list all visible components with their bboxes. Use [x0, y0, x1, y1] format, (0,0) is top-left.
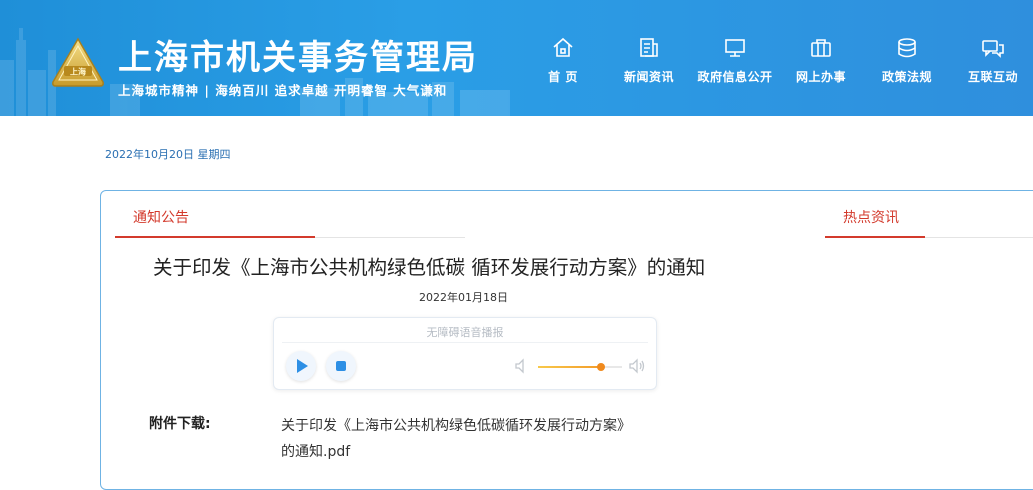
nav-item-news[interactable]: 新闻资讯 [606, 36, 692, 96]
tab-notice-underline [115, 236, 315, 238]
volume-knob[interactable] [597, 363, 605, 371]
article-title: 关于印发《上海市公共机构绿色低碳 循环发展行动方案》的通知 [153, 256, 706, 279]
briefcase-icon [811, 39, 831, 57]
divider [315, 237, 465, 238]
news-icon [640, 38, 658, 57]
nav-item-gov-info[interactable]: 政府信息公开 [692, 36, 778, 96]
volume-high-icon[interactable] [628, 358, 646, 374]
nav-label: 网上办事 [795, 70, 846, 84]
nav-label: 首 页 [548, 70, 578, 84]
nav-item-online-service[interactable]: 网上办事 [778, 36, 864, 96]
main-nav: 首 页 新闻资讯 政府信息公开 网上办事 政策法规 互联互动 [520, 36, 1033, 96]
stop-button[interactable] [326, 351, 356, 381]
attachment-line: 的通知.pdf [281, 444, 351, 460]
monitor-icon [725, 39, 745, 57]
current-date: 2022年10月20日 星期四 [105, 148, 231, 161]
audio-player: 无障碍语音播报 [273, 317, 657, 390]
tab-hot-news[interactable]: 热点资讯 [843, 207, 899, 227]
volume-low-icon[interactable] [514, 358, 528, 374]
play-button[interactable] [286, 351, 316, 381]
article-date: 2022年01月18日 [419, 291, 508, 304]
attachment-line: 关于印发《上海市公共机构绿色低碳循环发展行动方案》 [281, 418, 631, 434]
divider [282, 342, 648, 343]
nav-label: 政府信息公开 [697, 70, 773, 84]
attachment-label: 附件下载: [149, 416, 211, 432]
attachment-link[interactable]: 关于印发《上海市公共机构绿色低碳循环发展行动方案》 的通知.pdf [281, 413, 681, 465]
nav-item-interaction[interactable]: 互联互动 [950, 36, 1033, 96]
tab-notice[interactable]: 通知公告 [133, 207, 189, 227]
site-header: 上海 上海市机关事务管理局 上海城市精神 | 海纳百川 追求卓越 开明睿智 大气… [0, 0, 1033, 116]
nav-item-home[interactable]: 首 页 [520, 36, 606, 96]
nav-label: 互联互动 [967, 70, 1018, 84]
nav-label: 新闻资讯 [623, 70, 674, 84]
chat-icon [982, 40, 1004, 58]
site-title[interactable]: 上海市机关事务管理局 [118, 30, 478, 79]
home-icon [553, 37, 573, 57]
nav-label: 政策法规 [881, 70, 932, 84]
player-label: 无障碍语音播报 [426, 326, 504, 339]
nav-item-policy[interactable]: 政策法规 [864, 36, 950, 96]
site-slogan: 上海城市精神 | 海纳百川 追求卓越 开明睿智 大气谦和 [118, 83, 448, 98]
divider [925, 237, 1033, 238]
play-icon [297, 359, 308, 373]
volume-fill [538, 366, 601, 368]
database-icon [898, 38, 916, 58]
stop-icon [336, 361, 346, 371]
logo-emblem-icon: 上海 [52, 37, 104, 87]
tab-hot-underline [825, 236, 925, 238]
logo-text: 上海 [70, 67, 86, 77]
volume-slider[interactable] [538, 363, 622, 371]
site-logo[interactable]: 上海 [50, 36, 106, 92]
content-card: 通知公告 热点资讯 关于印发《上海市公共机构绿色低碳 循环发展行动方案》的通知 … [100, 190, 1033, 490]
